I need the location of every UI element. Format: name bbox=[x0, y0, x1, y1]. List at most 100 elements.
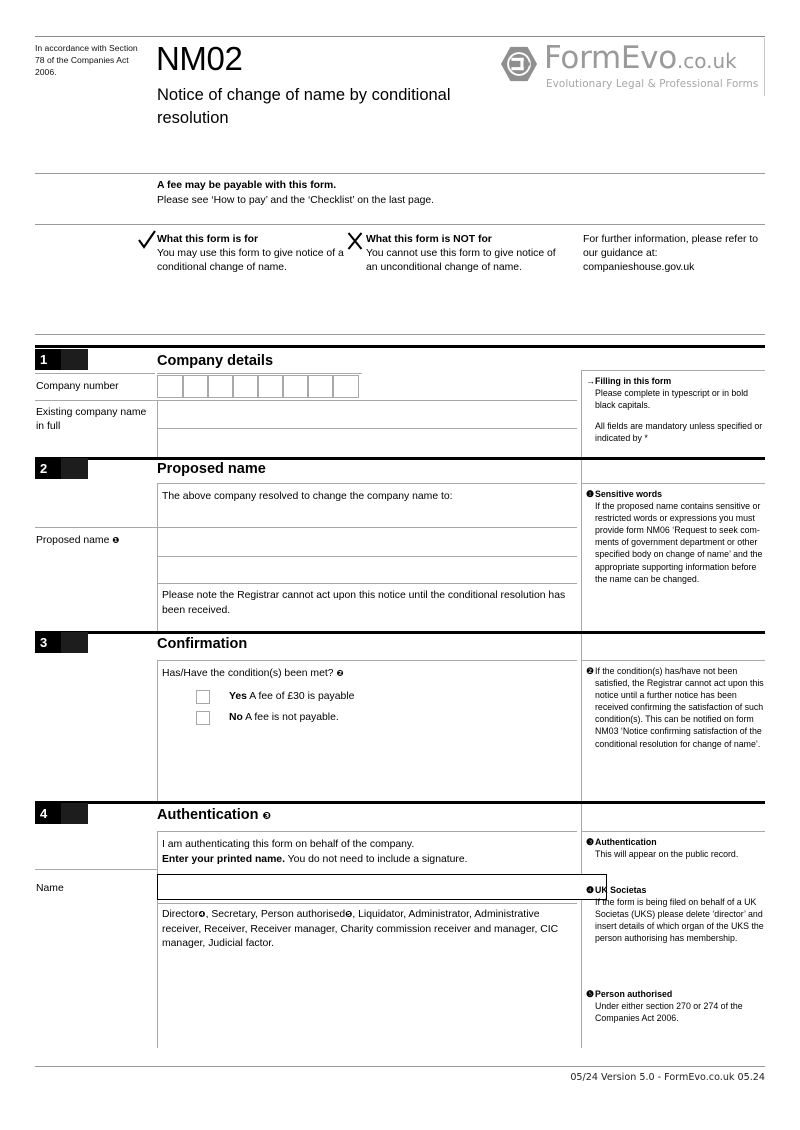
guidance-3-marker: ❸ bbox=[586, 837, 595, 847]
condition-yes-checkbox[interactable] bbox=[196, 690, 210, 704]
section-3-bar bbox=[35, 631, 765, 634]
fee-notice-heading: A fee may be payable with this form. bbox=[157, 180, 337, 191]
company-number-digit-2[interactable] bbox=[182, 375, 209, 398]
what-form-is-for-body: You may use this form to give notice of … bbox=[157, 248, 344, 274]
proposed-name-line-2-rule bbox=[157, 556, 577, 557]
footer-rule bbox=[35, 1066, 765, 1067]
fee-notice: A fee may be payable with this form. Ple… bbox=[157, 179, 577, 208]
fee-rule-bottom bbox=[35, 224, 765, 225]
name-input[interactable] bbox=[158, 875, 606, 899]
condition-yes-bold: Yes bbox=[229, 691, 247, 702]
guidance-2-rule bbox=[581, 660, 765, 661]
existing-name-label: Existing company name in full bbox=[36, 407, 147, 432]
guidance-1-paragraph-1: If the proposed name contains sensitive … bbox=[595, 501, 763, 584]
confirmation-top-rule bbox=[157, 660, 577, 661]
formevo-wordmark: FormEvo.co.uk bbox=[544, 40, 737, 76]
form-page: In accordance with Section 78 of the Com… bbox=[0, 0, 800, 1130]
what-form-is-not-for-body: You cannot use this form to give notice … bbox=[366, 248, 556, 274]
proposed-name-label-marker: ❶ bbox=[112, 536, 120, 546]
condition-no-checkbox[interactable] bbox=[196, 711, 210, 725]
company-number-boxes-top-rule bbox=[157, 373, 362, 374]
guidance-4-paragraph-1: If the form is being filed on behalf of … bbox=[595, 897, 764, 944]
authentication-statement-line-1: I am authenticating this form on behalf … bbox=[162, 839, 415, 850]
company-number-digit-6[interactable] bbox=[282, 375, 309, 398]
registrar-note-rule bbox=[157, 583, 577, 584]
section-4-title-text: Authentication bbox=[157, 807, 259, 823]
company-number-digit-1[interactable] bbox=[157, 375, 184, 398]
guidance-sidebar-rule bbox=[581, 370, 582, 1048]
condition-yes-label: Yes A fee of £30 is payable bbox=[229, 690, 354, 705]
name-row-rule bbox=[35, 869, 157, 870]
guidance-2-paragraph-1: If the condition(s) has/have not been sa… bbox=[595, 666, 764, 749]
authentication-statement-bold: Enter your printed name. bbox=[162, 853, 285, 865]
section-2-left-rule bbox=[157, 483, 158, 631]
guidance-2-marker: ❷ bbox=[586, 666, 595, 676]
guidance-1-rule bbox=[581, 483, 765, 484]
name-input-box[interactable] bbox=[157, 874, 607, 900]
condition-question: Has/Have the condition(s) been met? ❷ bbox=[162, 667, 344, 682]
guidance-4-heading: UK Societas bbox=[595, 885, 647, 895]
cross-icon bbox=[347, 232, 363, 250]
section-4-left-rule bbox=[157, 831, 158, 1048]
guidance-0-marker: → bbox=[586, 376, 595, 386]
form-code: NM02 bbox=[156, 40, 243, 77]
guidance-4-marker: ❹ bbox=[586, 885, 595, 895]
section-4-number: 4 bbox=[35, 803, 61, 824]
name-label: Name bbox=[36, 883, 64, 894]
roles-marker-1: ❹ bbox=[198, 910, 206, 920]
formevo-tld: .co.uk bbox=[676, 49, 737, 73]
what-form-is-not-for-heading: What this form is NOT for bbox=[366, 234, 492, 245]
section-4-number-tail bbox=[61, 803, 88, 824]
further-information-body: For further information, please refer to… bbox=[583, 234, 758, 274]
header-top-rule bbox=[35, 36, 765, 37]
proposed-name-input-line-1[interactable] bbox=[160, 531, 574, 553]
guidance-0-rule bbox=[581, 370, 765, 371]
condition-question-text: Has/Have the condition(s) been met? bbox=[162, 668, 334, 679]
company-number-digit-3[interactable] bbox=[207, 375, 234, 398]
guidance-uk-societas: ❹ UK Societas If the form is being filed … bbox=[586, 884, 768, 944]
guidance-3-heading: Authentication bbox=[595, 837, 657, 847]
further-information: For further information, please refer to… bbox=[583, 233, 763, 276]
guidance-authentication: ❸ Authentication This will appear on the … bbox=[586, 836, 768, 860]
guidance-person-authorised: ❺ Person authorised Under either section … bbox=[586, 988, 768, 1024]
section-3-title: Confirmation bbox=[157, 636, 248, 652]
guidance-0-paragraph-2: All fields are mandatory unless specifie… bbox=[595, 421, 763, 444]
company-number-digit-4[interactable] bbox=[232, 375, 259, 398]
proposed-name-row-rule bbox=[35, 527, 577, 528]
authentication-top-rule bbox=[157, 831, 577, 832]
company-number-digit-8[interactable] bbox=[332, 375, 359, 398]
section-4-title: Authentication ❸ bbox=[157, 805, 271, 827]
proposed-name-label: Proposed name ❶ bbox=[36, 534, 119, 548]
guidance-3-rule bbox=[581, 831, 765, 832]
company-number-row-rule bbox=[35, 373, 155, 374]
company-number-label: Company number bbox=[36, 381, 119, 392]
guidance-sensitive-words: ❶ Sensitive words If the proposed name co… bbox=[586, 488, 768, 585]
authentication-statement-line-2: Enter your printed name. You do not need… bbox=[162, 853, 574, 868]
proposed-intro-top-rule bbox=[157, 483, 577, 484]
what-form-is-for: What this form is for You may use this f… bbox=[157, 233, 347, 276]
company-number-digit-7[interactable] bbox=[307, 375, 334, 398]
section-1-title: Company details bbox=[157, 353, 274, 369]
footer-version: 05/24 Version 5.0 - FormEvo.co.uk 05.24 bbox=[570, 1072, 765, 1083]
section-1-number-tail bbox=[61, 349, 88, 370]
guidance-1-marker: ❶ bbox=[586, 489, 595, 499]
proposed-name-intro: The above company resolved to change the… bbox=[162, 491, 453, 502]
what-form-is-for-heading: What this form is for bbox=[157, 234, 259, 245]
proposed-name-input-line-2[interactable] bbox=[160, 560, 574, 582]
guidance-3-paragraph-1: This will appear on the public record. bbox=[595, 849, 739, 860]
accordance-note: In accordance with Section 78 of the Com… bbox=[35, 43, 138, 78]
authorised-roles: Director❹, Secretary, Person authorised❺… bbox=[162, 908, 574, 952]
authentication-statement: I am authenticating this form on behalf … bbox=[162, 838, 574, 867]
proposed-name-label-text: Proposed name bbox=[36, 535, 110, 546]
check-icon bbox=[138, 230, 156, 249]
company-number-digit-5[interactable] bbox=[257, 375, 284, 398]
guidance-filling-in-this-form: → Filling in this form Please complete in… bbox=[586, 375, 768, 444]
guidance-0-paragraph-1: Please complete in typescript or in bold… bbox=[595, 388, 749, 411]
section-2-title: Proposed name bbox=[157, 461, 266, 477]
guidance-condition-not-satisfied: ❷ If the condition(s) has/have not been s… bbox=[586, 665, 768, 750]
section-1-bar bbox=[35, 345, 765, 348]
fee-rule-top bbox=[35, 173, 765, 174]
existing-name-input-line-1[interactable] bbox=[160, 404, 574, 426]
what-form-is-not-for: What this form is NOT for You cannot use… bbox=[366, 233, 566, 276]
existing-name-input-line-2[interactable] bbox=[160, 432, 574, 454]
